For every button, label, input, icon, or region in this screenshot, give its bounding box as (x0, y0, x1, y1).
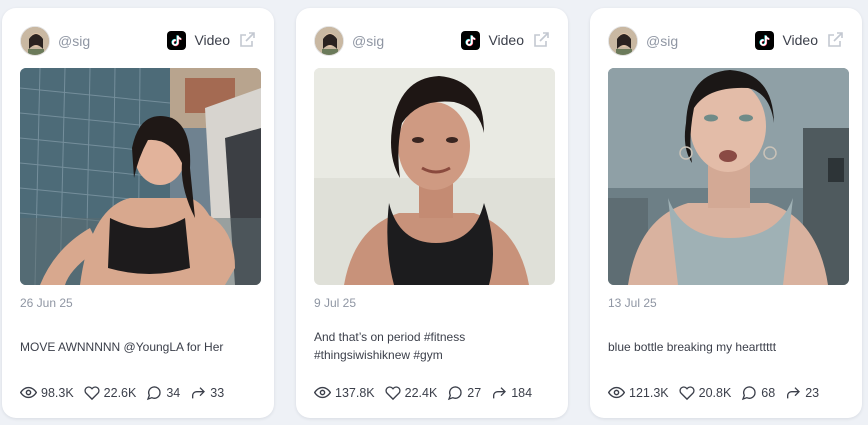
engagement-stats: 137.8K 22.4K 27 184 (314, 384, 542, 401)
external-link-icon[interactable] (532, 31, 550, 49)
views-stat: 137.8K (314, 384, 375, 401)
video-card[interactable]: @sig Video 26 Jun 25 MOVE AWNNNNN @Young… (2, 8, 274, 418)
author-handle[interactable]: @sig (352, 33, 384, 49)
shares-stat: 184 (491, 385, 532, 401)
post-caption: And that’s on period #fitness #thingsiwi… (314, 330, 466, 362)
platform-link[interactable]: Video (755, 28, 844, 52)
tiktok-icon (461, 30, 481, 50)
eye-icon (314, 386, 331, 399)
engagement-stats: 121.3K 20.8K 68 23 (608, 384, 829, 401)
comments-count: 27 (467, 385, 482, 400)
platform-label: Video (782, 32, 818, 48)
video-thumbnail[interactable] (20, 68, 261, 285)
shares-stat: 23 (785, 385, 819, 401)
comments-stat: 68 (741, 385, 775, 401)
platform-label: Video (194, 32, 230, 48)
video-card[interactable]: @sig Video 9 Jul 25 And that’s on period… (296, 8, 568, 418)
shares-stat: 33 (190, 385, 224, 401)
eye-icon (20, 386, 37, 399)
views-stat: 121.3K (608, 384, 669, 401)
author-handle[interactable]: @sig (58, 33, 90, 49)
eye-icon (608, 386, 625, 399)
comment-icon (147, 385, 162, 400)
external-link-icon[interactable] (238, 31, 256, 49)
likes-count: 22.4K (404, 385, 438, 400)
likes-stat: 22.4K (385, 385, 438, 401)
comment-icon (742, 385, 756, 400)
card-header: @sig Video (314, 26, 550, 66)
views-count: 121.3K (629, 385, 669, 400)
tiktok-icon (167, 30, 187, 50)
heart-icon (84, 385, 100, 400)
platform-label: Video (488, 32, 524, 48)
views-stat: 98.3K (20, 384, 74, 401)
likes-stat: 22.6K (84, 385, 137, 401)
platform-link[interactable]: Video (461, 28, 550, 52)
shares-count: 23 (805, 385, 820, 400)
avatar[interactable] (20, 26, 50, 56)
heart-icon (679, 385, 695, 400)
post-caption: blue bottle breaking my hearttttt (608, 340, 777, 354)
shares-count: 184 (511, 385, 533, 400)
heart-icon (385, 385, 401, 400)
comment-icon (448, 385, 462, 400)
share-icon (787, 386, 801, 398)
tiktok-icon (755, 30, 775, 50)
share-icon (192, 386, 206, 398)
card-header: @sig Video (20, 26, 256, 66)
video-thumbnail[interactable] (314, 68, 555, 285)
comments-stat: 34 (146, 385, 180, 401)
views-count: 137.8K (335, 385, 375, 400)
card-header: @sig Video (608, 26, 844, 66)
post-date: 9 Jul 25 (314, 296, 357, 310)
video-thumbnail[interactable] (608, 68, 849, 285)
share-icon (493, 386, 507, 398)
post-date: 13 Jul 25 (608, 296, 657, 310)
engagement-stats: 98.3K 22.6K 34 33 (20, 384, 234, 401)
comments-count: 34 (166, 385, 181, 400)
comments-stat: 27 (447, 385, 481, 401)
post-date: 26 Jun 25 (20, 296, 73, 310)
video-card[interactable]: @sig Video 13 Jul 25 blue bottle breakin… (590, 8, 862, 418)
likes-count: 20.8K (698, 385, 732, 400)
shares-count: 33 (210, 385, 225, 400)
views-count: 98.3K (41, 385, 74, 400)
likes-stat: 20.8K (679, 385, 732, 401)
external-link-icon[interactable] (826, 31, 844, 49)
likes-count: 22.6K (103, 385, 137, 400)
comments-count: 68 (761, 385, 776, 400)
platform-link[interactable]: Video (167, 28, 256, 52)
author-handle[interactable]: @sig (646, 33, 678, 49)
post-caption: MOVE AWNNNNN @YoungLA for Her (20, 340, 224, 354)
avatar[interactable] (314, 26, 344, 56)
avatar[interactable] (608, 26, 638, 56)
